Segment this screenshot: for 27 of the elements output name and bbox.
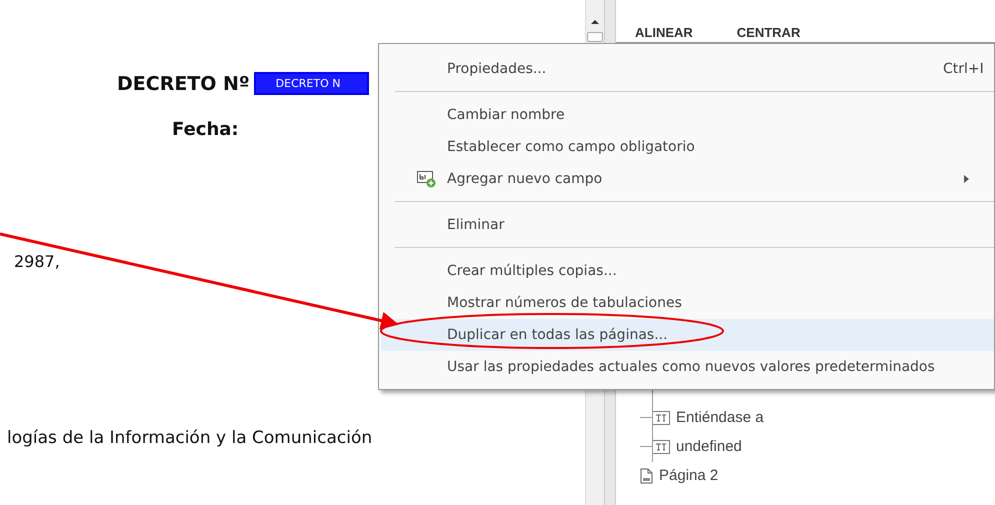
menu-item[interactable]: Agregar nuevo campo	[381, 163, 994, 195]
tree-item[interactable]: Entiéndase a	[676, 409, 764, 426]
date-label: Fecha:	[172, 119, 239, 140]
column-header[interactable]: ALINEAR	[635, 25, 693, 42]
decree-number-field[interactable]: DECRETO N	[254, 72, 369, 95]
menu-item[interactable]: Mostrar números de tabulaciones	[381, 287, 994, 319]
shortcut-label: Ctrl+I	[943, 61, 984, 77]
column-header[interactable]: CENTRAR	[736, 25, 800, 42]
menu-item[interactable]: Propiedades... Ctrl+I	[381, 53, 994, 85]
tree-item[interactable]: Página 2	[659, 467, 718, 484]
scrollbar-thumb[interactable]	[587, 32, 603, 42]
page-icon	[640, 468, 653, 484]
menu-item[interactable]: Cambiar nombre	[381, 99, 994, 131]
menu-item[interactable]: Establecer como campo obligatorio	[381, 131, 994, 163]
up-arrow-icon	[591, 18, 599, 24]
text-field-icon	[652, 440, 670, 454]
menu-item[interactable]: Usar las propiedades actuales como nuevos valores predeterminados	[381, 351, 994, 383]
add-field-icon	[417, 171, 437, 188]
text-field-icon	[652, 410, 670, 424]
submenu-arrow-icon	[964, 175, 969, 183]
menu-item[interactable]: Crear múltiples copias...	[381, 255, 994, 287]
menu-item[interactable]: Duplicar en todas las páginas...	[381, 319, 994, 351]
body-text: logías de la Información y la Comunicación	[7, 428, 372, 448]
tree-item[interactable]: undefined	[676, 438, 742, 455]
decree-title: DECRETO Nº	[117, 72, 250, 94]
menu-item[interactable]: Eliminar	[381, 209, 994, 241]
body-text: 2987,	[14, 252, 60, 271]
